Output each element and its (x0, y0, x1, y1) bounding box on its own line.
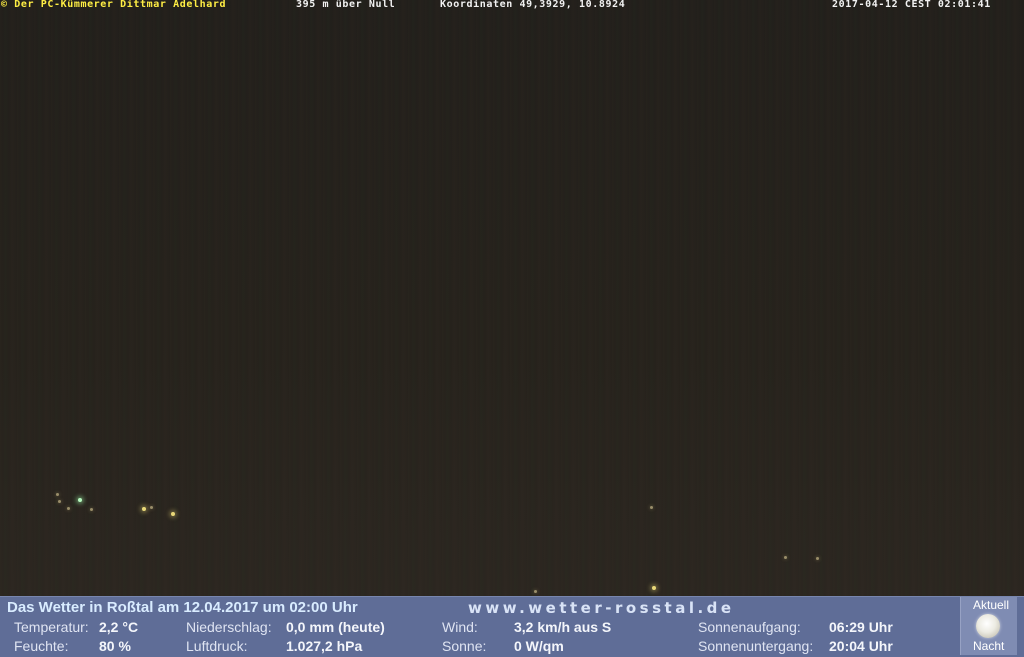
city-light (142, 507, 146, 511)
city-light (534, 590, 537, 593)
moon-phase-box: Aktuell Nacht (960, 597, 1017, 655)
camera-info-overlay: © Der PC-Kümmerer Dittmar Adelhard 395 m… (0, 0, 1024, 12)
sun-label: Sonne: (442, 638, 487, 654)
full-moon-icon (976, 614, 1000, 638)
sunset-label: Sonnenuntergang: (698, 638, 814, 654)
copyright-text: © Der PC-Kümmerer Dittmar Adelhard (1, 0, 227, 10)
webcam-image (0, 0, 1024, 596)
city-light (90, 508, 93, 511)
city-light (150, 506, 153, 509)
city-light (784, 556, 787, 559)
sunrise-label: Sonnenaufgang: (698, 619, 801, 635)
city-light (650, 506, 653, 509)
wind-value: 3,2 km/h aus S (514, 619, 612, 635)
city-light (78, 498, 82, 502)
precipitation-label: Niederschlag: (186, 619, 272, 635)
website-url: www.wetter-rosstal.de (468, 599, 735, 617)
city-light (58, 500, 61, 503)
altitude-text: 395 m über Null (296, 0, 396, 10)
sunrise-value: 06:29 Uhr (829, 619, 893, 635)
pressure-value: 1.027,2 hPa (286, 638, 363, 654)
timestamp-text: 2017-04-12 CEST 02:01:41 (832, 0, 991, 10)
sunset-value: 20:04 Uhr (829, 638, 893, 654)
coordinates-text: Koordinaten 49,3929, 10.8924 (440, 0, 626, 10)
pressure-label: Luftdruck: (186, 638, 248, 654)
city-light (67, 507, 70, 510)
moon-bottom-label: Nacht (973, 639, 1005, 653)
city-light (816, 557, 819, 560)
moon-top-label: Aktuell (973, 598, 1010, 612)
precipitation-value: 0,0 mm (heute) (286, 619, 385, 635)
temperature-value: 2,2 °C (99, 619, 139, 635)
humidity-label: Feuchte: (14, 638, 69, 654)
weather-title: Das Wetter in Roßtal am 12.04.2017 um 02… (7, 599, 358, 616)
city-light (56, 493, 59, 496)
humidity-value: 80 % (99, 638, 131, 654)
city-light (652, 586, 656, 590)
wind-label: Wind: (442, 619, 478, 635)
sun-value: 0 W/qm (514, 638, 564, 654)
city-light (171, 512, 175, 516)
temperature-label: Temperatur: (14, 619, 89, 635)
weather-panel: Das Wetter in Roßtal am 12.04.2017 um 02… (0, 596, 1024, 657)
